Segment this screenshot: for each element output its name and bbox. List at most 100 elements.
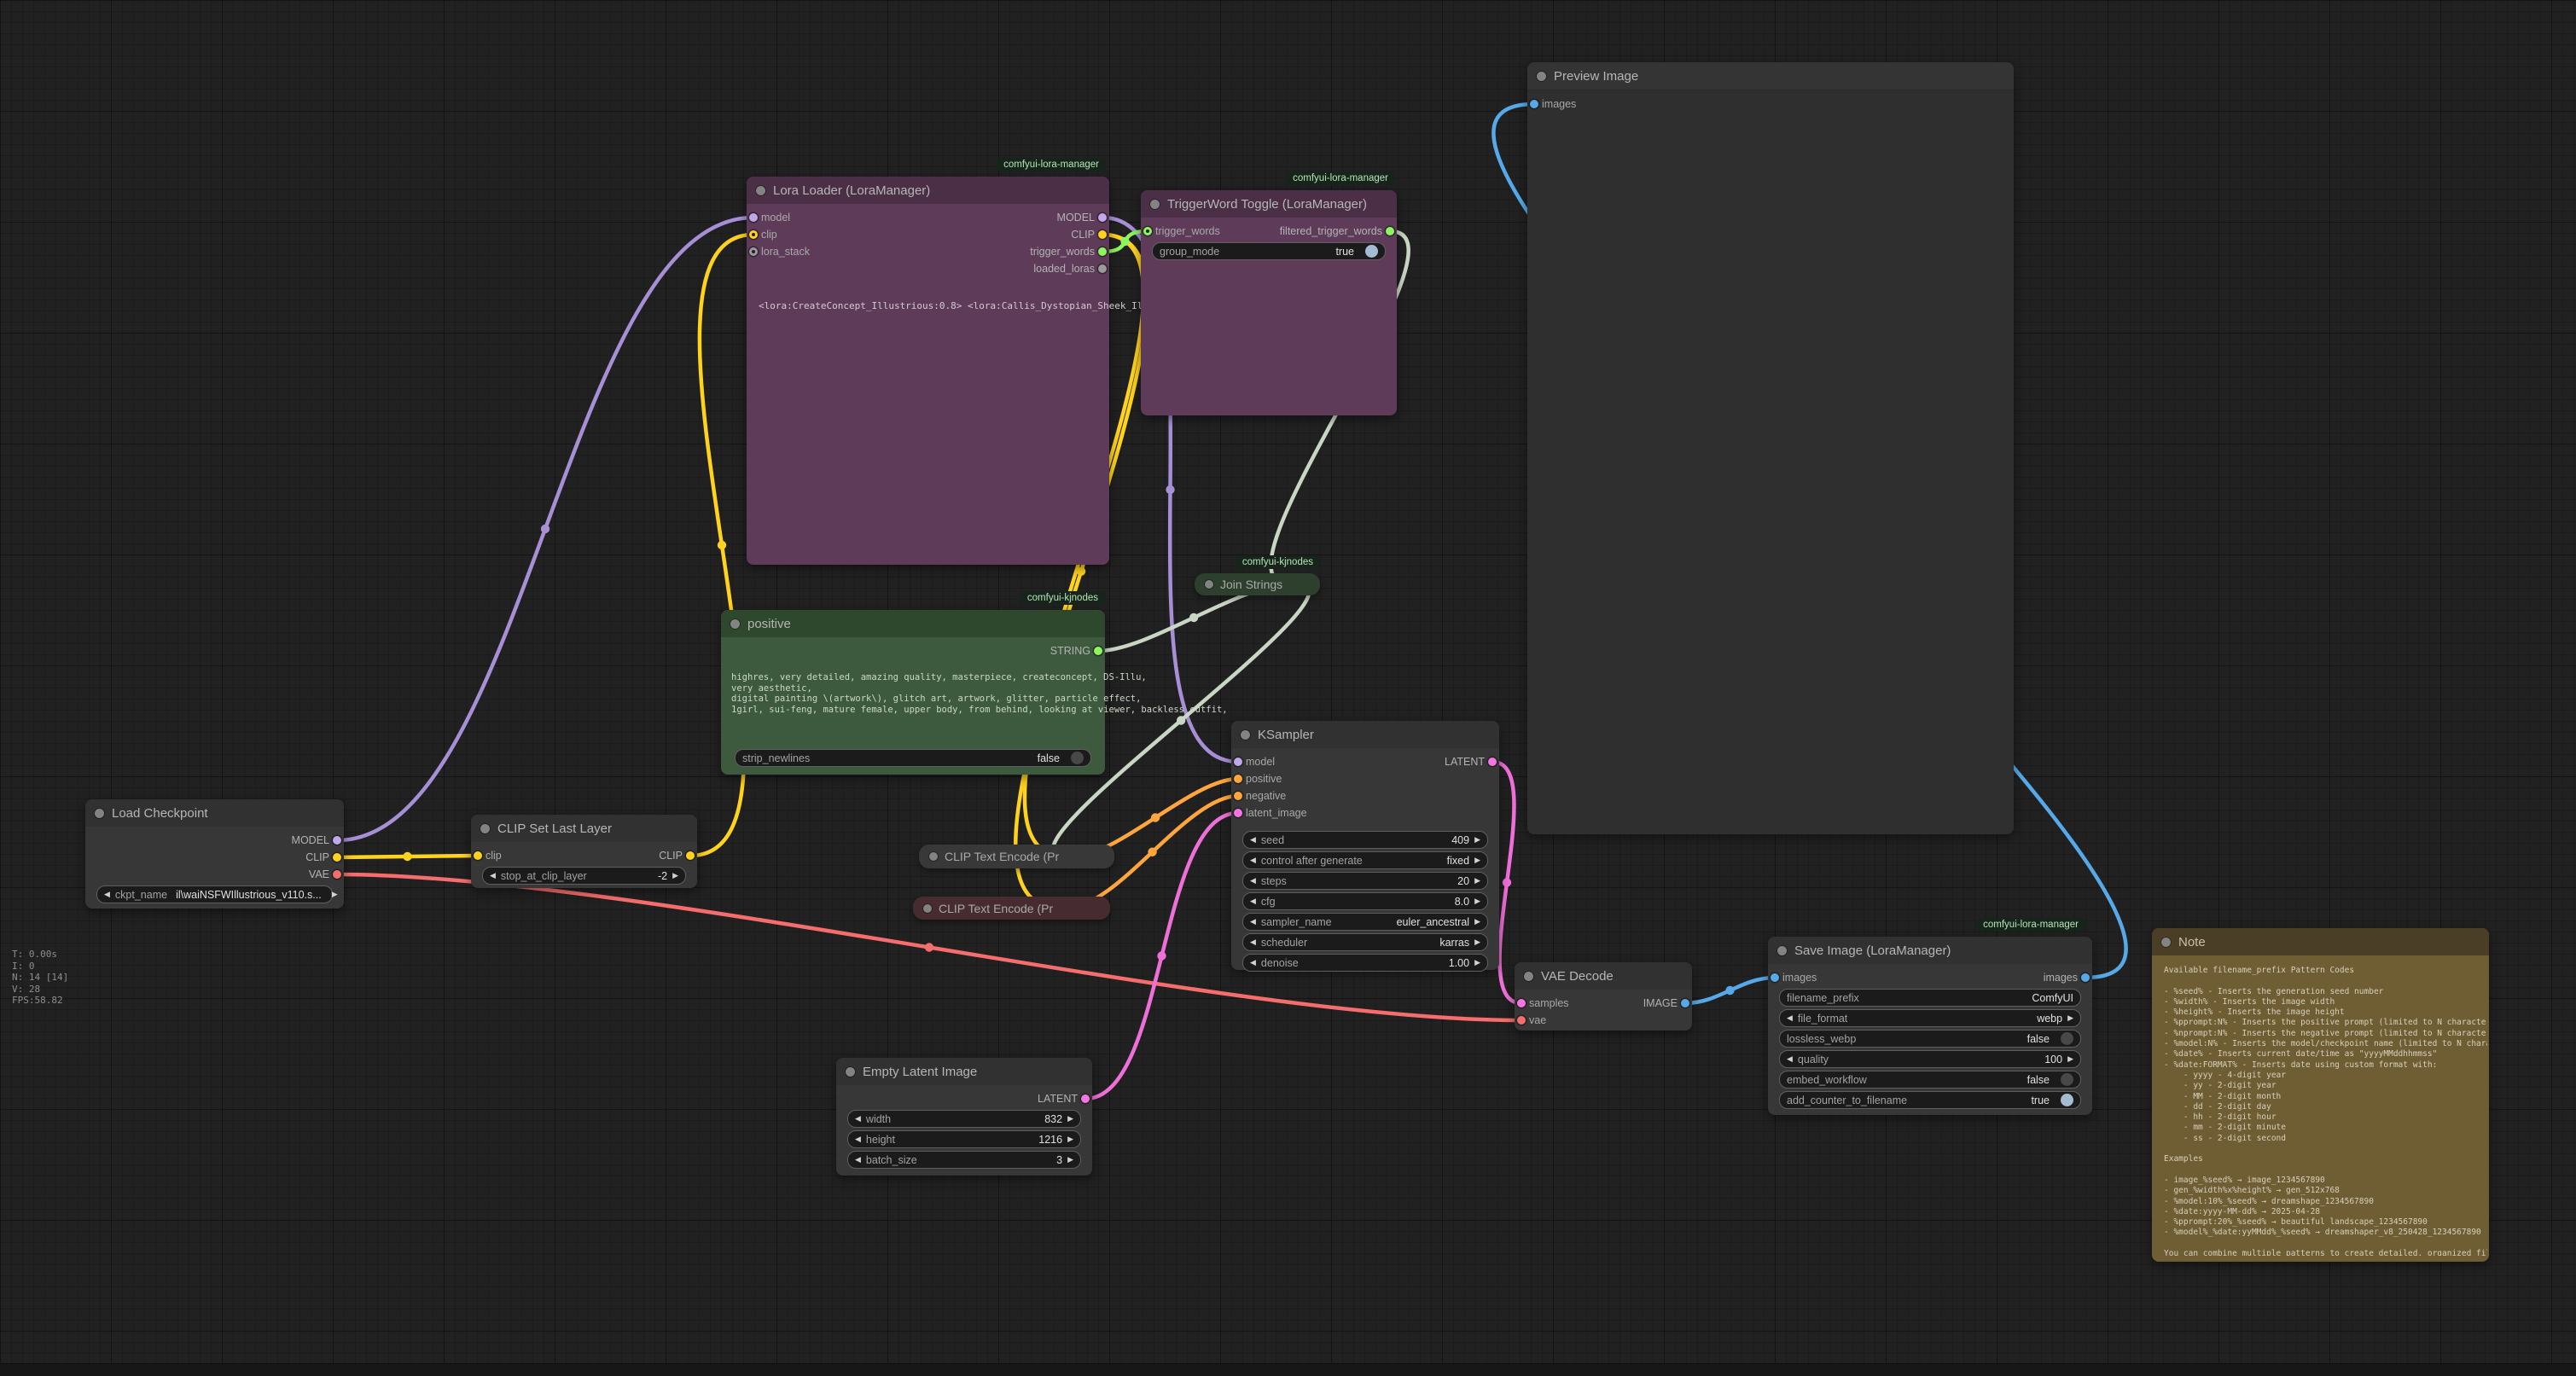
latent-output-port[interactable]	[1081, 1094, 1090, 1103]
vae-input-port[interactable]	[1517, 1016, 1526, 1025]
node-join-strings[interactable]: comfyui-kjnodes Join Strings	[1195, 573, 1320, 595]
toggle-off-icon[interactable]	[2061, 1032, 2073, 1045]
toggle-on-icon[interactable]	[2061, 1094, 2073, 1106]
next-arrow-icon[interactable]: ▶	[1474, 958, 1480, 967]
images-input-port[interactable]	[1771, 973, 1779, 982]
string-output-port[interactable]	[1094, 647, 1102, 655]
file-format-widget[interactable]: ◀file_formatwebp▶	[1779, 1009, 2081, 1027]
vae-output-port[interactable]	[333, 870, 341, 879]
next-arrow-icon[interactable]: ▶	[1067, 1155, 1073, 1164]
stop-at-clip-layer-widget[interactable]: ◀stop_at_clip_layer-2▶	[482, 867, 686, 885]
node-empty-latent-image[interactable]: Empty Latent Image LATENT ◀width832▶ ◀he…	[836, 1058, 1092, 1176]
clip-output-port[interactable]	[333, 853, 341, 862]
add-counter-to-filename-toggle[interactable]: add_counter_to_filenametrue	[1779, 1091, 2081, 1109]
clip-output-port[interactable]	[686, 851, 695, 860]
toggle-off-icon[interactable]	[1071, 752, 1084, 764]
node-title-bar[interactable]: Note	[2152, 928, 2489, 955]
negative-input-port[interactable]	[1234, 792, 1242, 800]
next-arrow-icon[interactable]: ▶	[332, 890, 338, 899]
positive-input-port[interactable]	[1234, 775, 1242, 783]
denoise-widget[interactable]: ◀denoise1.00▶	[1242, 954, 1488, 972]
next-arrow-icon[interactable]: ▶	[2067, 1013, 2073, 1023]
node-title-bar[interactable]: Preview Image	[1527, 62, 2014, 90]
prev-arrow-icon[interactable]: ◀	[1250, 835, 1256, 845]
strip-newlines-toggle[interactable]: strip_newlinesfalse	[735, 749, 1091, 767]
clip-output-port[interactable]	[1098, 230, 1107, 239]
model-input-port[interactable]	[1234, 758, 1242, 766]
width-widget[interactable]: ◀width832▶	[847, 1110, 1081, 1128]
next-arrow-icon[interactable]: ▶	[1474, 876, 1480, 885]
note-text[interactable]: Available filename_prefix Pattern Codes …	[2164, 966, 2487, 1256]
lossless-webp-toggle[interactable]: lossless_webpfalse	[1779, 1030, 2081, 1048]
node-title-bar[interactable]: Load Checkpoint	[85, 799, 344, 827]
lora-stack-input-port[interactable]	[749, 247, 758, 256]
loaded-loras-output-port[interactable]	[1098, 264, 1107, 273]
next-arrow-icon[interactable]: ▶	[1474, 938, 1480, 947]
node-title-bar[interactable]: Empty Latent Image	[836, 1058, 1092, 1085]
node-title-bar[interactable]: KSampler	[1231, 721, 1499, 748]
prev-arrow-icon[interactable]: ◀	[855, 1114, 861, 1123]
next-arrow-icon[interactable]: ▶	[1474, 856, 1480, 865]
group-mode-toggle[interactable]: group_modetrue	[1152, 242, 1386, 260]
images-output-port[interactable]	[2081, 973, 2090, 982]
next-arrow-icon[interactable]: ▶	[2067, 1054, 2073, 1064]
node-graph-canvas[interactable]: Load Checkpoint MODEL CLIP VAE ◀ckpt_nam…	[0, 0, 2576, 1376]
model-input-port[interactable]	[749, 213, 758, 222]
next-arrow-icon[interactable]: ▶	[1067, 1114, 1073, 1123]
node-title-bar[interactable]: Save Image (LoraManager)	[1768, 937, 2092, 964]
filtered-trigger-words-output-port[interactable]	[1386, 227, 1394, 235]
control-after-generate-widget[interactable]: ◀control after generatefixed▶	[1242, 851, 1488, 869]
ckpt-name-widget[interactable]: ◀ckpt_nameil\waiNSFWIllustrious_v110.s..…	[96, 885, 333, 903]
scheduler-widget[interactable]: ◀schedulerkarras▶	[1242, 933, 1488, 951]
node-preview-image[interactable]: Preview Image images	[1527, 62, 2014, 834]
prev-arrow-icon[interactable]: ◀	[1250, 897, 1256, 906]
trigger-words-input-port[interactable]	[1143, 227, 1152, 235]
node-clip-text-encode-negative[interactable]: CLIP Text Encode (Pr	[913, 897, 1110, 920]
height-widget[interactable]: ◀height1216▶	[847, 1130, 1081, 1148]
prev-arrow-icon[interactable]: ◀	[855, 1155, 861, 1164]
trigger-words-output-port[interactable]	[1098, 247, 1107, 256]
node-title-bar[interactable]: VAE Decode	[1515, 962, 1692, 990]
toggle-off-icon[interactable]	[2061, 1073, 2073, 1086]
embed-workflow-toggle[interactable]: embed_workflowfalse	[1779, 1071, 2081, 1089]
image-output-port[interactable]	[1681, 999, 1689, 1007]
samples-input-port[interactable]	[1517, 999, 1526, 1007]
prev-arrow-icon[interactable]: ◀	[855, 1135, 861, 1144]
next-arrow-icon[interactable]: ▶	[1067, 1135, 1073, 1144]
steps-widget[interactable]: ◀steps20▶	[1242, 872, 1488, 890]
prev-arrow-icon[interactable]: ◀	[1787, 1054, 1793, 1064]
prev-arrow-icon[interactable]: ◀	[1787, 1013, 1793, 1023]
prev-arrow-icon[interactable]: ◀	[1250, 917, 1256, 926]
seed-widget[interactable]: ◀seed409▶	[1242, 831, 1488, 849]
next-arrow-icon[interactable]: ▶	[1474, 835, 1480, 845]
next-arrow-icon[interactable]: ▶	[672, 871, 678, 880]
images-input-port[interactable]	[1530, 100, 1538, 108]
batch-size-widget[interactable]: ◀batch_size3▶	[847, 1151, 1081, 1169]
cfg-widget[interactable]: ◀cfg8.0▶	[1242, 892, 1488, 910]
toggle-on-icon[interactable]	[1365, 245, 1378, 258]
quality-widget[interactable]: ◀quality100▶	[1779, 1050, 2081, 1068]
node-clip-set-last-layer[interactable]: CLIP Set Last Layer clipCLIP ◀stop_at_cl…	[471, 815, 697, 888]
node-title-bar[interactable]: positive	[721, 610, 1105, 637]
model-output-port[interactable]	[333, 836, 341, 845]
next-arrow-icon[interactable]: ▶	[1474, 917, 1480, 926]
clip-input-port[interactable]	[749, 230, 758, 239]
prompt-text[interactable]: highres, very detailed, amazing quality,…	[731, 672, 1228, 715]
node-title-bar[interactable]: Lora Loader (LoraManager)	[747, 177, 1109, 204]
node-title-bar[interactable]: CLIP Set Last Layer	[471, 815, 697, 842]
node-lora-loader[interactable]: comfyui-lora-manager Lora Loader (LoraMa…	[747, 177, 1109, 565]
node-title-bar[interactable]: TriggerWord Toggle (LoraManager)	[1141, 190, 1397, 218]
filename-prefix-widget[interactable]: filename_prefixComfyUI	[1779, 989, 2081, 1007]
latent-output-port[interactable]	[1488, 758, 1497, 766]
node-save-image[interactable]: comfyui-lora-manager Save Image (LoraMan…	[1768, 937, 2092, 1115]
node-vae-decode[interactable]: VAE Decode samplesIMAGE vae	[1515, 962, 1692, 1031]
prev-arrow-icon[interactable]: ◀	[1250, 856, 1256, 865]
node-note[interactable]: Note Available filename_prefix Pattern C…	[2152, 928, 2489, 1262]
clip-input-port[interactable]	[474, 851, 482, 860]
node-positive-prompt[interactable]: comfyui-kjnodes positive STRING highres,…	[721, 610, 1105, 775]
prev-arrow-icon[interactable]: ◀	[1250, 938, 1256, 947]
prev-arrow-icon[interactable]: ◀	[104, 890, 110, 899]
latent-image-input-port[interactable]	[1234, 809, 1242, 817]
node-clip-text-encode-positive[interactable]: CLIP Text Encode (Pr	[919, 845, 1114, 868]
next-arrow-icon[interactable]: ▶	[1474, 897, 1480, 906]
